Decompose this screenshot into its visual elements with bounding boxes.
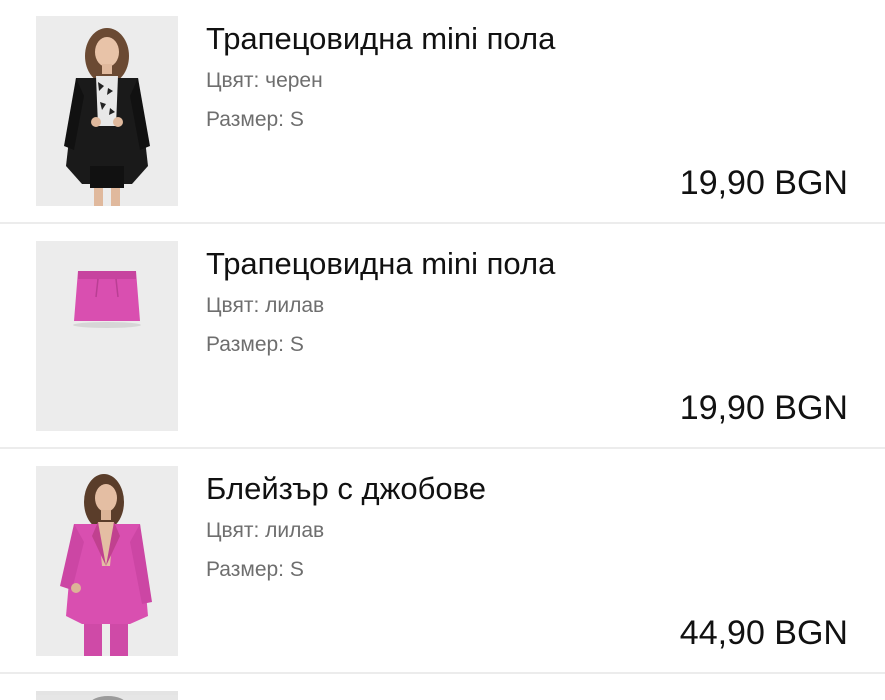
product-title[interactable]: Трапецовидна mini пола [206,20,555,58]
product-price: 19,90 BGN [679,389,848,427]
product-title[interactable]: Блейзър с джобове [206,470,486,508]
product-color: Цвят: черен [206,68,323,94]
size-value: S [289,558,304,581]
size-label: Размер: [206,558,290,581]
product-size: Размер: S [206,332,304,358]
color-label: Цвят: [206,519,266,542]
size-label: Размер: [206,108,290,131]
cart-item: Трапецовидна mini пола Цвят: черен Разме… [0,0,885,225]
color-label: Цвят: [206,69,266,92]
color-value: лилав [265,519,325,542]
divider [0,222,885,224]
product-color: Цвят: лилав [206,518,324,544]
product-photo-pink-blazer [36,466,178,656]
product-image[interactable] [36,691,178,700]
product-image[interactable] [36,16,178,206]
cart-item: Блейзър с джобове Цвят: лилав Размер: S … [0,450,885,675]
color-value: черен [265,69,323,92]
product-price: 44,90 BGN [679,614,848,652]
divider [0,672,885,674]
product-color: Цвят: лилав [206,293,324,319]
product-photo-partial [36,695,178,700]
cart-item: Трапецовидна mini пола Цвят: лилав Разме… [0,225,885,450]
product-size: Размер: S [206,107,304,133]
product-photo-pink-skirt [36,241,178,431]
divider [0,447,885,449]
product-photo-black-outfit [36,16,178,206]
product-image[interactable] [36,466,178,656]
product-size: Размер: S [206,557,304,583]
size-value: S [289,333,304,356]
product-title[interactable]: Трапецовидна mini пола [206,245,555,283]
product-image[interactable] [36,241,178,431]
color-value: лилав [265,294,325,317]
product-price: 19,90 BGN [679,164,848,202]
size-value: S [289,108,304,131]
color-label: Цвят: [206,294,266,317]
size-label: Размер: [206,333,290,356]
